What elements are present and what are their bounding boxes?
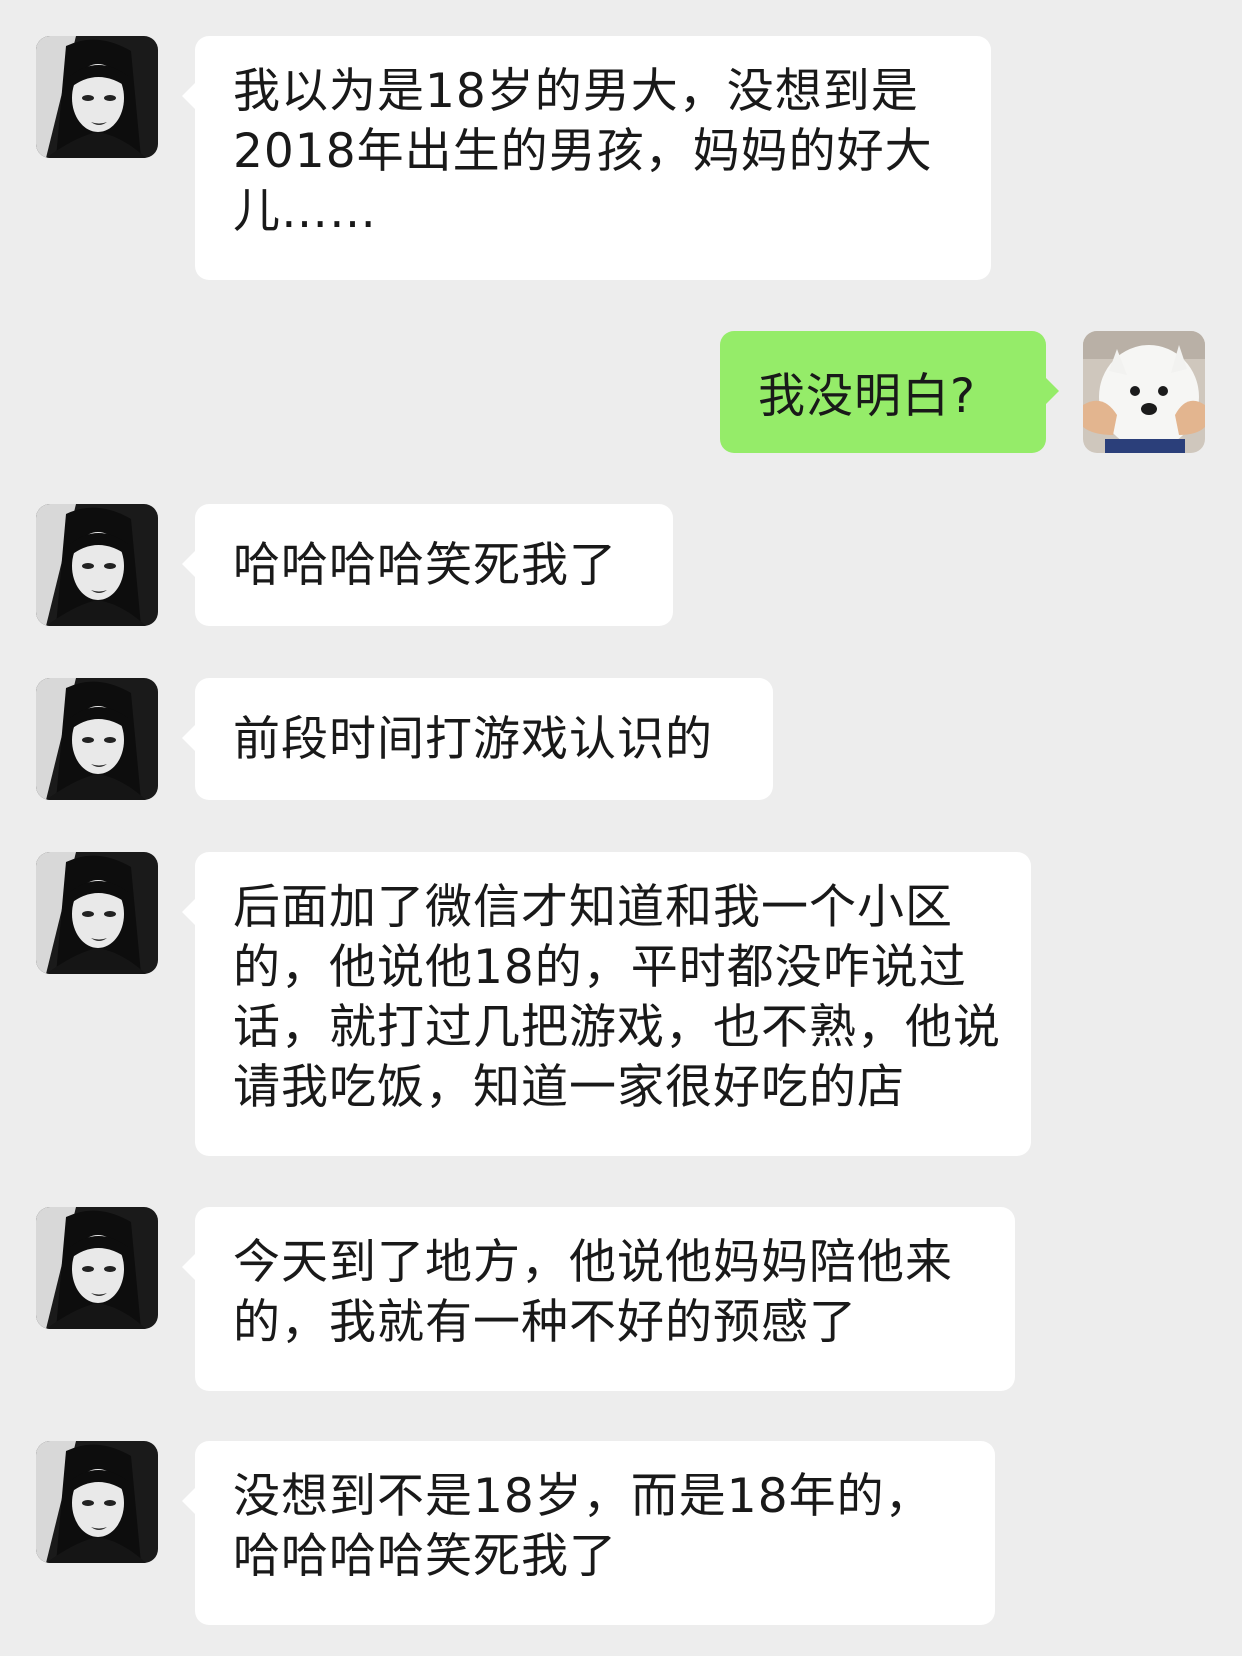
message-text: 今天到了地方，他说他妈妈陪他来的，我就有一种不好的预感了 — [233, 1235, 953, 1350]
message-bubble[interactable]: 哈哈哈哈笑死我了 — [182, 504, 673, 626]
chat-area[interactable]: 我以为是18岁的男大，没想到是2018年出生的男孩，妈妈的好大儿…… 我没明白? — [0, 0, 1242, 1656]
self-avatar-icon[interactable] — [1083, 331, 1205, 453]
contact-avatar-icon[interactable] — [36, 504, 158, 626]
message-text: 前段时间打游戏认识的 — [233, 712, 713, 767]
message-bubble[interactable]: 没想到不是18岁，而是18年的，哈哈哈哈笑死我了 — [182, 1441, 995, 1625]
message-text: 我没明白? — [758, 369, 976, 424]
message-bubble[interactable]: 我没明白? — [720, 331, 1059, 453]
message-text: 我以为是18岁的男大，没想到是2018年出生的男孩，妈妈的好大儿…… — [233, 64, 933, 239]
message-text: 没想到不是18岁，而是18年的，哈哈哈哈笑死我了 — [233, 1469, 933, 1584]
contact-avatar-icon[interactable] — [36, 852, 158, 974]
message-bubble[interactable]: 我以为是18岁的男大，没想到是2018年出生的男孩，妈妈的好大儿…… — [182, 36, 991, 280]
contact-avatar-icon[interactable] — [36, 1207, 158, 1329]
contact-avatar-icon[interactable] — [36, 36, 158, 158]
message-bubble[interactable]: 后面加了微信才知道和我一个小区的，他说他18的，平时都没咋说过话，就打过几把游戏… — [182, 852, 1031, 1156]
contact-avatar-icon[interactable] — [36, 1441, 158, 1563]
message-bubble[interactable]: 前段时间打游戏认识的 — [182, 678, 773, 800]
message-bubble[interactable]: 今天到了地方，他说他妈妈陪他来的，我就有一种不好的预感了 — [182, 1207, 1015, 1391]
message-text: 后面加了微信才知道和我一个小区的，他说他18的，平时都没咋说过话，就打过几把游戏… — [233, 880, 1001, 1115]
message-text: 哈哈哈哈笑死我了 — [233, 538, 617, 593]
contact-avatar-icon[interactable] — [36, 678, 158, 800]
